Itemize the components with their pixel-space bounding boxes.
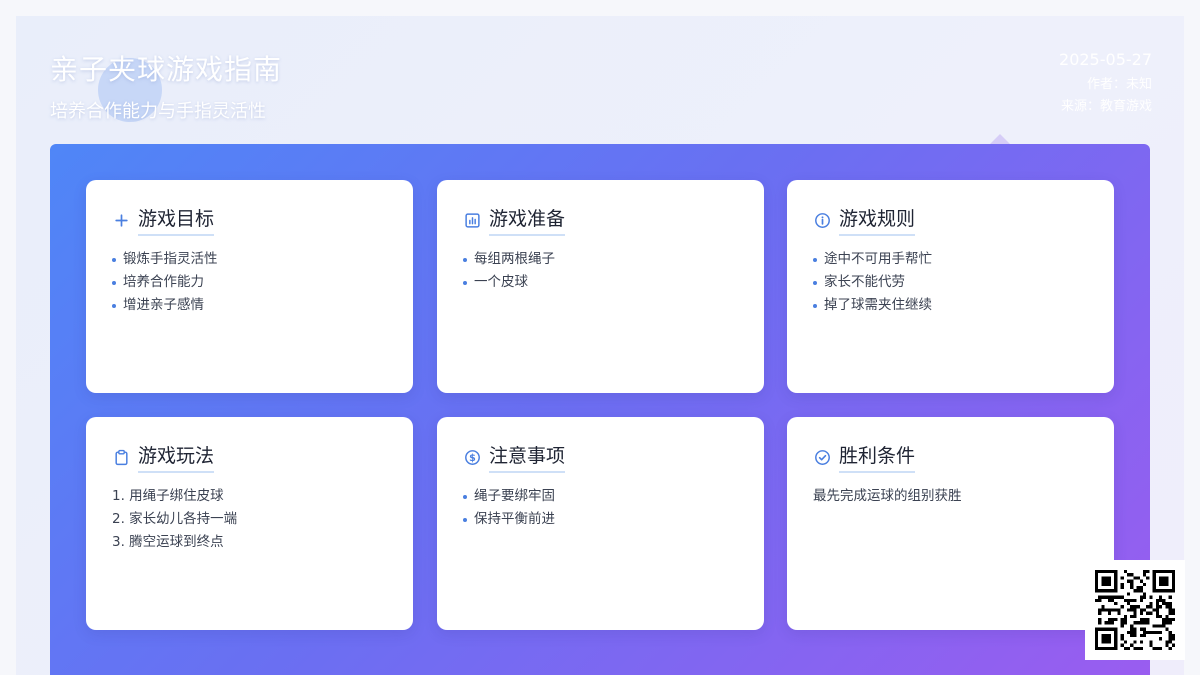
page-title: 亲子夹球游戏指南	[50, 53, 283, 86]
list-item: 掉了球需夹住继续	[813, 294, 1088, 317]
dollar-circle-icon: $	[463, 448, 481, 466]
card-game-goal: 游戏目标 锻炼手指灵活性 培养合作能力 增进亲子感情	[86, 180, 413, 393]
meta-info: 2025-05-27 作者：未知 来源：教育游戏	[1059, 50, 1152, 114]
card-game-rules: 游戏规则 途中不可用手帮忙 家长不能代劳 掉了球需夹住继续	[787, 180, 1114, 393]
card-notes: $ 注意事项 绳子要绑牢固 保持平衡前进	[437, 417, 764, 630]
date-label: 2025-05-27	[1059, 50, 1152, 69]
author-label: 作者：未知	[1086, 77, 1152, 92]
list-item: 保持平衡前进	[463, 508, 738, 531]
list-item: 绳子要绑牢固	[463, 485, 738, 508]
qr-code	[1085, 560, 1185, 660]
clipboard-icon	[112, 448, 130, 466]
info-icon	[813, 211, 831, 229]
card-title: 注意事项	[489, 441, 566, 473]
list-item: 增进亲子感情	[112, 294, 387, 317]
card-game-prep: 游戏准备 每组两根绳子 一个皮球	[437, 180, 764, 393]
source-label: 来源：教育游戏	[1060, 99, 1152, 114]
list-item: 每组两根绳子	[463, 248, 738, 271]
slide-frame: 亲子夹球游戏指南 培养合作能力与手指灵活性 2025-05-27 作者：未知 来…	[16, 16, 1184, 675]
card-game-play: 游戏玩法 1. 用绳子绑住皮球 2. 家长幼儿各持一端 3. 腾空运球到终点	[86, 417, 413, 630]
card-title: 游戏玩法	[138, 441, 215, 473]
card-title: 胜利条件	[839, 441, 916, 473]
list-item: 培养合作能力	[112, 271, 387, 294]
card-title: 游戏目标	[138, 204, 215, 236]
svg-text:$: $	[469, 453, 476, 464]
list-item: 锻炼手指灵活性	[112, 248, 387, 271]
card-title: 游戏规则	[839, 204, 916, 236]
page-subtitle: 培养合作能力与手指灵活性	[50, 101, 266, 122]
content-panel: 游戏目标 锻炼手指灵活性 培养合作能力 增进亲子感情 游戏准备 每组两根绳子 一…	[50, 144, 1150, 675]
list-item: 家长不能代劳	[813, 271, 1088, 294]
list-item: 2. 家长幼儿各持一端	[112, 511, 238, 527]
check-circle-icon	[813, 448, 831, 466]
list-item: 3. 腾空运球到终点	[112, 534, 224, 550]
card-win-condition: 胜利条件 最先完成运球的组别获胜	[787, 417, 1114, 630]
list-item: 一个皮球	[463, 271, 738, 294]
list-item: 途中不可用手帮忙	[813, 248, 1088, 271]
card-title: 游戏准备	[489, 204, 566, 236]
plus-icon	[112, 211, 130, 229]
list-item: 1. 用绳子绑住皮球	[112, 488, 224, 504]
win-condition-text: 最先完成运球的组别获胜	[813, 488, 962, 504]
bar-chart-icon	[463, 211, 481, 229]
